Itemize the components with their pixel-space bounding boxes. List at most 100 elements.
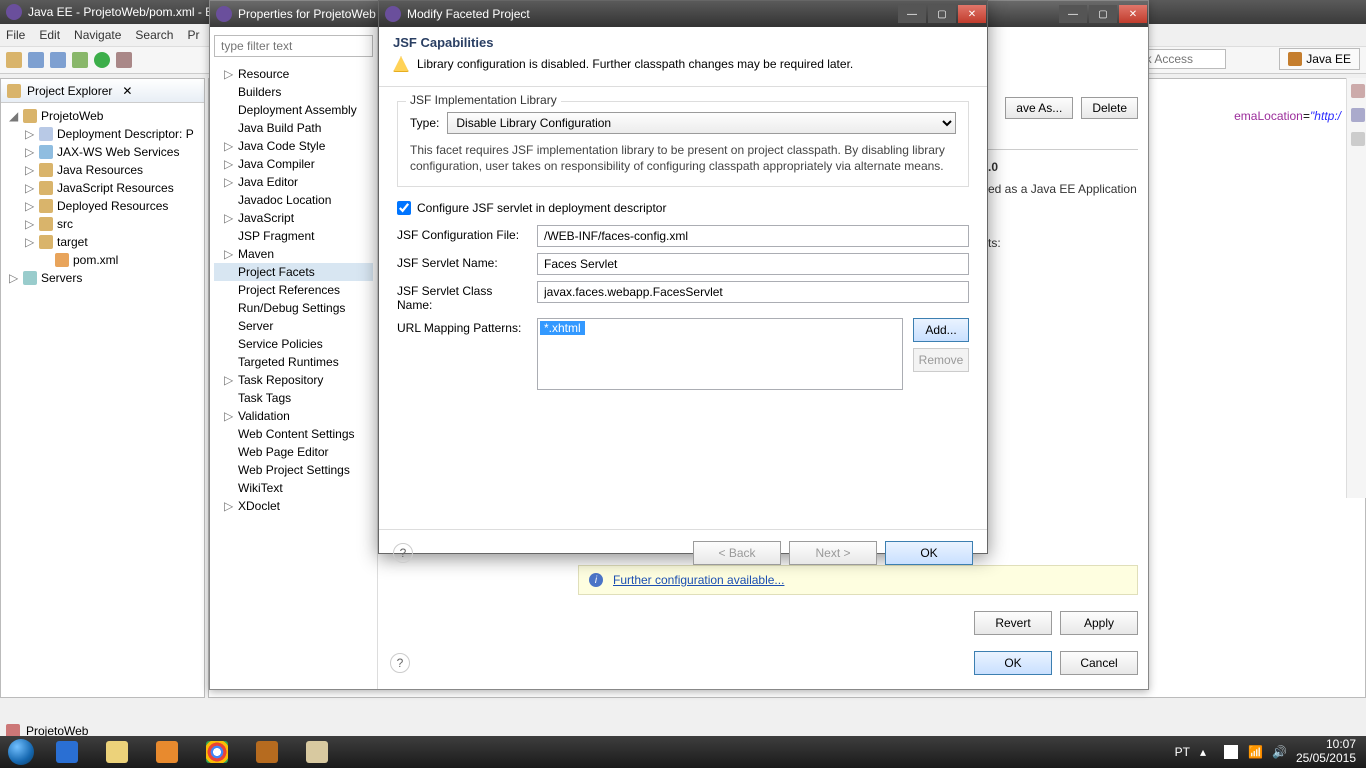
properties-tree-item[interactable]: Java Build Path <box>214 119 373 137</box>
close-icon[interactable]: ✕ <box>122 84 132 98</box>
help-icon[interactable]: ? <box>393 543 413 563</box>
ok-button[interactable]: OK <box>885 541 973 565</box>
taskbar-chrome[interactable] <box>193 737 241 767</box>
task-list-icon[interactable] <box>1351 108 1365 122</box>
pattern-item[interactable]: *.xhtml <box>540 321 585 335</box>
properties-tree-item[interactable]: Deployment Assembly <box>214 101 373 119</box>
details-text: ed as a Java EE Application <box>988 182 1138 196</box>
properties-tree-item[interactable]: ▷Validation <box>214 407 373 425</box>
type-select[interactable]: Disable Library Configuration <box>447 112 956 134</box>
maximize-button[interactable]: ▢ <box>1089 5 1117 23</box>
properties-tree-item[interactable]: Web Content Settings <box>214 425 373 443</box>
properties-tree-item[interactable]: Project References <box>214 281 373 299</box>
volume-icon[interactable]: 🔊 <box>1272 745 1286 759</box>
properties-tree-item[interactable]: WikiText <box>214 479 373 497</box>
eclipse-title-text: Java EE - ProjetoWeb/pom.xml - E <box>28 5 213 19</box>
network-icon[interactable]: 📶 <box>1248 745 1262 759</box>
properties-tree-item[interactable]: Targeted Runtimes <box>214 353 373 371</box>
clock[interactable]: 10:07 25/05/2015 <box>1296 738 1356 766</box>
help-icon[interactable]: ? <box>390 653 410 673</box>
minimap-icon[interactable] <box>1351 132 1365 146</box>
servlet-class-input[interactable] <box>537 281 969 303</box>
taskbar-media[interactable] <box>143 737 191 767</box>
flag-icon[interactable] <box>1224 745 1238 759</box>
ok-button[interactable]: OK <box>974 651 1052 675</box>
system-tray[interactable]: PT ▴ 📶 🔊 10:07 25/05/2015 <box>1175 738 1366 766</box>
further-config-link[interactable]: Further configuration available... <box>613 573 784 587</box>
save-all-icon[interactable] <box>50 52 66 68</box>
menu-search[interactable]: Search <box>135 28 173 42</box>
properties-tree-item[interactable]: Service Policies <box>214 335 373 353</box>
properties-tree-item[interactable]: Project Facets <box>214 263 373 281</box>
menu-project[interactable]: Pr <box>187 28 199 42</box>
perspective-label: Java EE <box>1306 52 1351 66</box>
outline-icon[interactable] <box>1351 84 1365 98</box>
minimize-button[interactable]: — <box>1059 5 1087 23</box>
window-controls: — ▢ ✕ <box>1058 5 1148 23</box>
perspective-button[interactable]: Java EE <box>1279 48 1360 70</box>
configure-servlet-row[interactable]: Configure JSF servlet in deployment desc… <box>397 201 969 215</box>
config-file-input[interactable] <box>537 225 969 247</box>
project-explorer-tab[interactable]: Project Explorer ✕ <box>1 79 204 103</box>
properties-tree-item[interactable]: ▷Java Editor <box>214 173 373 191</box>
properties-tree-item[interactable]: ▷Maven <box>214 245 373 263</box>
facet-dialog: Modify Faceted Project — ▢ ✕ JSF Capabil… <box>378 0 988 554</box>
properties-tree-item[interactable]: ▷XDoclet <box>214 497 373 515</box>
close-button[interactable]: ✕ <box>1119 5 1147 23</box>
details-tab: ts: <box>988 236 1138 250</box>
taskbar-explorer[interactable] <box>93 737 141 767</box>
properties-tree-item[interactable]: ▷Task Repository <box>214 371 373 389</box>
servlet-name-input[interactable] <box>537 253 969 275</box>
project-tree[interactable]: ◢ProjetoWeb ▷Deployment Descriptor: P ▷J… <box>1 103 204 291</box>
apply-button[interactable]: Apply <box>1060 611 1138 635</box>
servlet-name-label: JSF Servlet Name: <box>397 253 527 270</box>
project-explorer-title: Project Explorer <box>27 84 112 98</box>
taskbar-eclipse[interactable] <box>243 737 291 767</box>
java-ee-icon <box>1288 52 1302 66</box>
lang-indicator[interactable]: PT <box>1175 745 1190 759</box>
properties-tree-item[interactable]: Run/Debug Settings <box>214 299 373 317</box>
library-note: This facet requires JSF implementation l… <box>410 142 956 174</box>
properties-tree-item[interactable]: ▷JavaScript <box>214 209 373 227</box>
chevron-up-icon[interactable]: ▴ <box>1200 745 1214 759</box>
save-as-button[interactable]: ave As... <box>1005 97 1073 119</box>
new-icon[interactable] <box>6 52 22 68</box>
close-button[interactable]: ✕ <box>958 5 986 23</box>
properties-tree[interactable]: ▷ResourceBuildersDeployment AssemblyJava… <box>210 27 378 689</box>
properties-tree-item[interactable]: ▷Java Compiler <box>214 155 373 173</box>
properties-title: Properties for ProjetoWeb <box>238 7 376 21</box>
details-version: .0 <box>988 160 1138 174</box>
configure-servlet-checkbox[interactable] <box>397 201 411 215</box>
windows-orb-icon <box>8 739 34 765</box>
taskbar[interactable]: PT ▴ 📶 🔊 10:07 25/05/2015 <box>0 736 1366 768</box>
run-icon[interactable] <box>94 52 110 68</box>
properties-tree-item[interactable]: Builders <box>214 83 373 101</box>
menu-file[interactable]: File <box>6 28 25 42</box>
start-button[interactable] <box>0 736 42 768</box>
cancel-button[interactable]: Cancel <box>1060 651 1138 675</box>
properties-right-panel: ave As... Delete .0 ed as a Java EE Appl… <box>988 97 1138 250</box>
taskbar-paint[interactable] <box>293 737 341 767</box>
save-icon[interactable] <box>28 52 44 68</box>
revert-button[interactable]: Revert <box>974 611 1052 635</box>
properties-tree-item[interactable]: Task Tags <box>214 389 373 407</box>
properties-tree-item[interactable]: Javadoc Location <box>214 191 373 209</box>
add-button[interactable]: Add... <box>913 318 969 342</box>
facet-titlebar[interactable]: Modify Faceted Project — ▢ ✕ <box>379 1 987 27</box>
minimize-button[interactable]: — <box>898 5 926 23</box>
maximize-button[interactable]: ▢ <box>928 5 956 23</box>
menu-edit[interactable]: Edit <box>39 28 60 42</box>
debug-icon[interactable] <box>72 52 88 68</box>
stop-icon[interactable] <box>116 52 132 68</box>
delete-button[interactable]: Delete <box>1081 97 1138 119</box>
properties-tree-item[interactable]: ▷Java Code Style <box>214 137 373 155</box>
properties-tree-item[interactable]: Server <box>214 317 373 335</box>
properties-tree-item[interactable]: ▷Resource <box>214 65 373 83</box>
taskbar-ie[interactable] <box>43 737 91 767</box>
filter-input[interactable] <box>214 35 373 57</box>
properties-tree-item[interactable]: JSP Fragment <box>214 227 373 245</box>
properties-tree-item[interactable]: Web Page Editor <box>214 443 373 461</box>
menu-navigate[interactable]: Navigate <box>74 28 121 42</box>
properties-tree-item[interactable]: Web Project Settings <box>214 461 373 479</box>
patterns-list[interactable]: *.xhtml <box>537 318 903 390</box>
